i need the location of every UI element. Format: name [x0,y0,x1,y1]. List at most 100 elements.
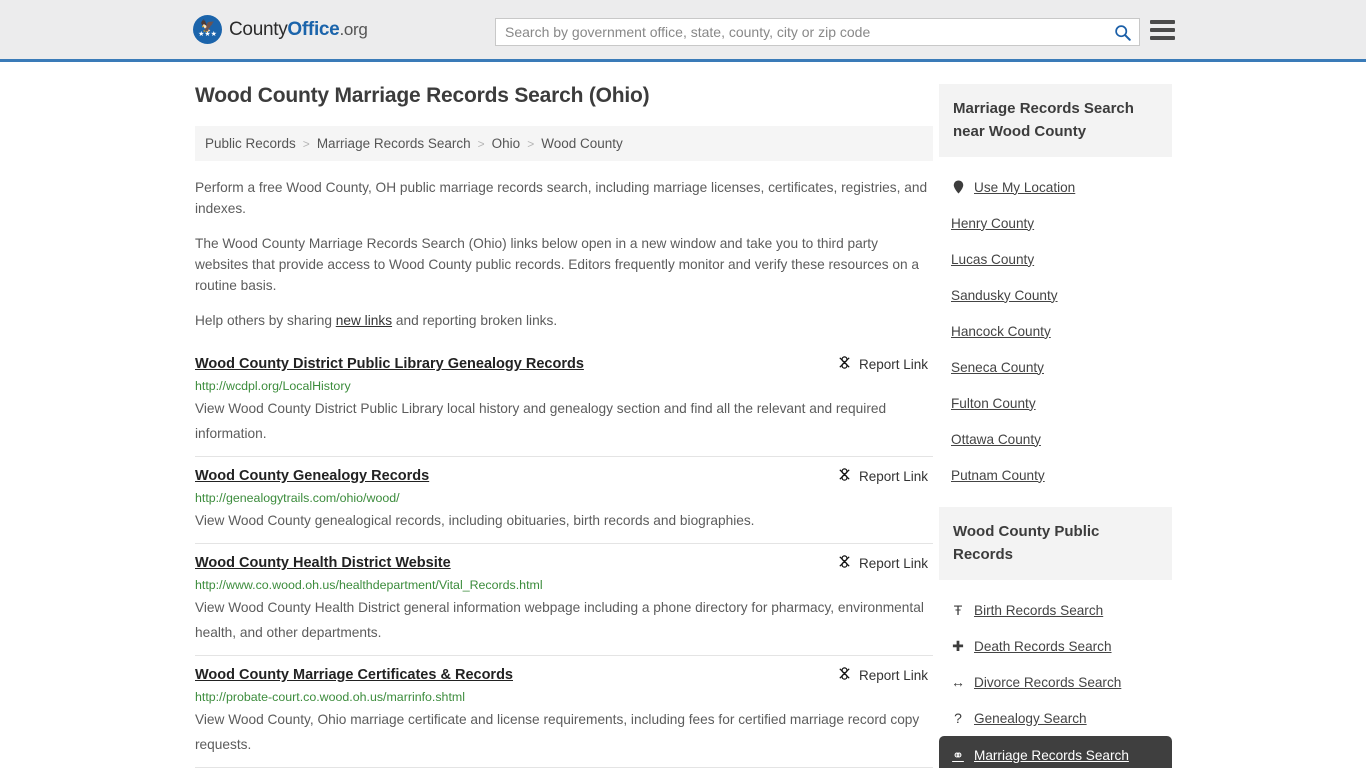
logo-name-county: County [229,18,288,40]
nearby-county-row[interactable]: Lucas County [939,241,1172,277]
public-records-list: Ŧ Birth Records Search ✚ Death Records S… [939,580,1172,768]
report-link-label: Report Link [858,555,928,571]
nearby-county-row[interactable]: Putnam County [939,457,1172,493]
breadcrumb-item-public-records[interactable]: Public Records [205,136,296,151]
result-header: Wood County Genealogy Records Report Lin… [195,466,933,486]
stars-icon: ★★★ [198,30,217,38]
result-title-link[interactable]: Wood County Health District Website [195,553,451,573]
nearby-county-row[interactable]: Henry County [939,205,1172,241]
report-link-button[interactable]: Report Link [837,466,928,485]
site-header: 🦅 ★★★ CountyOffice.org [0,0,1366,62]
nearby-card-heading: Marriage Records Search near Wood County [939,84,1172,157]
marriage-records-search-link[interactable]: Marriage Records Search [974,748,1129,763]
use-my-location-link[interactable]: Use My Location [974,180,1075,195]
result-url: http://wcdpl.org/LocalHistory [195,379,351,393]
death-records-search-link[interactable]: Death Records Search [974,639,1112,654]
nearby-county-link-seneca[interactable]: Seneca County [951,360,1044,375]
nearby-county-link-hancock[interactable]: Hancock County [951,324,1051,339]
breadcrumb-separator-icon: > [527,136,535,151]
nearby-county-link-putnam[interactable]: Putnam County [951,468,1045,483]
result-url: http://genealogytrails.com/ohio/wood/ [195,491,400,505]
search-icon[interactable] [1105,19,1139,45]
genealogy-search-link[interactable]: Genealogy Search [974,711,1087,726]
broken-link-icon [837,554,852,572]
breadcrumb-item-wood-county[interactable]: Wood County [541,136,623,151]
map-pin-icon [951,180,965,194]
site-logo[interactable]: 🦅 ★★★ CountyOffice.org [193,15,368,44]
report-link-label: Report Link [858,667,928,683]
result-title-link[interactable]: Wood County District Public Library Gene… [195,354,584,374]
menu-bar [1150,20,1175,24]
logo-wordmark: CountyOffice.org [229,19,368,41]
breadcrumb-item-marriage-records-search[interactable]: Marriage Records Search [317,136,471,151]
search-box[interactable] [495,18,1140,46]
breadcrumb-separator-icon: > [302,136,310,151]
public-records-row-genealogy[interactable]: ? Genealogy Search [939,700,1172,736]
nearby-card-list: Use My Location Henry County Lucas Count… [939,157,1172,493]
new-links-link[interactable]: new links [336,313,392,328]
broken-link-icon [837,666,852,684]
nearby-county-link-lucas[interactable]: Lucas County [951,252,1034,267]
public-records-card: Wood County Public Records Ŧ Birth Recor… [939,507,1172,768]
page-body: Wood County Marriage Records Search (Ohi… [0,62,1366,768]
result-title-link[interactable]: Wood County Genealogy Records [195,466,429,486]
divorce-records-search-link[interactable]: Divorce Records Search [974,675,1121,690]
public-records-row-birth[interactable]: Ŧ Birth Records Search [939,592,1172,628]
hamburger-menu-icon[interactable] [1150,20,1175,40]
question-mark-icon: ? [954,710,962,726]
public-records-row-death[interactable]: ✚ Death Records Search [939,628,1172,664]
result-url: http://probate-court.co.wood.oh.us/marri… [195,690,465,704]
report-link-label: Report Link [858,468,928,484]
logo-name-office: Office [287,18,340,40]
eagle-icon: 🦅 [200,18,215,33]
result-title-link[interactable]: Wood County Marriage Certificates & Reco… [195,665,513,685]
result-header: Wood County District Public Library Gene… [195,354,933,374]
menu-bar [1150,36,1175,40]
intro-paragraph-1: Perform a free Wood County, OH public ma… [195,180,928,216]
nearby-county-link-sandusky[interactable]: Sandusky County [951,288,1058,303]
report-link-button[interactable]: Report Link [837,665,928,684]
nearby-county-row[interactable]: Sandusky County [939,277,1172,313]
birth-records-search-link[interactable]: Birth Records Search [974,603,1103,618]
cross-icon: ✚ [952,637,964,654]
nearby-county-row[interactable]: Ottawa County [939,421,1172,457]
use-my-location-row[interactable]: Use My Location [939,169,1172,205]
baby-icon: Ŧ [953,602,963,618]
left-right-arrow-icon: ↔ [951,674,965,690]
result-header: Wood County Health District Website Repo… [195,553,933,573]
breadcrumb: Public Records > Marriage Records Search… [195,126,933,161]
breadcrumb-item-ohio[interactable]: Ohio [492,136,521,151]
logo-name-tld: .org [339,19,368,39]
intro-text-before: Help others by sharing [195,313,336,328]
result-description: View Wood County genealogical records, i… [195,513,755,528]
nearby-searches-card: Marriage Records Search near Wood County… [939,84,1172,493]
menu-bar [1150,28,1175,32]
public-records-row-divorce[interactable]: ↔ Divorce Records Search [939,664,1172,700]
nearby-county-link-fulton[interactable]: Fulton County [951,396,1036,411]
result-description: View Wood County District Public Library… [195,401,887,441]
nearby-county-row[interactable]: Seneca County [939,349,1172,385]
page-title: Wood County Marriage Records Search (Ohi… [195,84,650,107]
result-item: Wood County Genealogy Records Report Lin… [195,457,933,544]
report-link-label: Report Link [858,356,928,372]
result-url: http://www.co.wood.oh.us/healthdepartmen… [195,578,543,592]
result-description: View Wood County Health District general… [195,600,924,640]
intro-text-after: and reporting broken links. [392,313,558,328]
nearby-county-row[interactable]: Hancock County [939,313,1172,349]
public-records-card-heading: Wood County Public Records [939,507,1172,580]
logo-emblem: 🦅 ★★★ [193,15,222,44]
nearby-county-link-ottawa[interactable]: Ottawa County [951,432,1041,447]
result-description: View Wood County, Ohio marriage certific… [195,712,920,752]
report-link-button[interactable]: Report Link [837,553,928,572]
result-item: Wood County District Public Library Gene… [195,345,933,457]
result-item: Wood County Health District Website Repo… [195,544,933,656]
broken-link-icon [837,467,852,485]
nearby-county-link-henry[interactable]: Henry County [951,216,1034,231]
intro-paragraph-2: The Wood County Marriage Records Search … [195,236,920,293]
search-input[interactable] [496,24,1105,40]
main-content: Wood County Marriage Records Search (Ohi… [195,84,933,768]
public-records-row-marriage[interactable]: ⚭ Marriage Records Search [939,736,1172,768]
nearby-county-row[interactable]: Fulton County [939,385,1172,421]
report-link-button[interactable]: Report Link [837,354,928,373]
rings-icon: ⚭ [952,746,964,763]
